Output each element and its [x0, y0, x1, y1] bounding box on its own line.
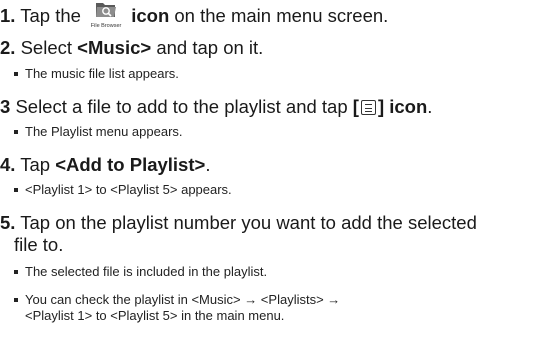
menu-icon	[360, 100, 376, 115]
file-browser-icon: File Browser	[88, 2, 124, 29]
step-text: Tap	[20, 154, 51, 175]
step-text: on the main menu screen.	[174, 5, 389, 26]
step-2-note: The music file list appears.	[14, 66, 179, 82]
instruction-document: 1. Tap the File Browser icon on the main…	[0, 0, 556, 363]
bullet-icon	[14, 269, 18, 274]
bracket-close: ] icon	[377, 96, 428, 117]
note-text: The selected file is included in the pla…	[25, 264, 268, 279]
step-text: .	[205, 154, 211, 175]
step-5-note: You can check the playlist in <Music> → …	[14, 292, 340, 308]
bullet-icon	[14, 297, 18, 302]
step-3-note: The Playlist menu appears.	[14, 124, 183, 140]
step-number: 5.	[0, 212, 16, 233]
note-text: <Playlist 1> to <Playlist 5> in the main…	[25, 308, 285, 323]
step-5-note-continued: <Playlist 1> to <Playlist 5> in the main…	[25, 308, 284, 324]
step-1: 1. Tap the File Browser icon on the main…	[0, 2, 389, 29]
step-number: 3	[0, 96, 11, 117]
step-4-note: <Playlist 1> to <Playlist 5> appears.	[14, 182, 232, 198]
step-number: 2.	[0, 37, 16, 58]
note-text: <Playlist 1> to <Playlist 5> appears.	[25, 182, 232, 197]
step-text-bold: <Add to Playlist>	[55, 154, 206, 175]
bullet-icon	[14, 129, 18, 134]
step-text: Select	[20, 37, 72, 58]
bracket-open: [	[352, 96, 359, 117]
bullet-icon	[14, 71, 18, 76]
step-text: file to.	[14, 234, 64, 255]
step-text-bold: icon	[131, 5, 170, 26]
step-5: 5. Tap on the playlist number you want t…	[0, 212, 477, 234]
step-text: and tap on it.	[156, 37, 264, 58]
step-5-note: The selected file is included in the pla…	[14, 264, 267, 280]
step-5-continued: file to.	[14, 234, 63, 256]
step-number: 1.	[0, 5, 16, 26]
step-text: Select a file to add to the playlist and…	[15, 96, 348, 117]
step-4: 4. Tap <Add to Playlist>.	[0, 154, 210, 176]
bullet-icon	[14, 187, 18, 192]
note-text: The Playlist menu appears.	[25, 124, 183, 139]
step-text: Tap on the playlist number you want to a…	[20, 212, 477, 233]
step-2: 2. Select <Music> and tap on it.	[0, 37, 263, 59]
step-number: 4.	[0, 154, 16, 175]
step-text: .	[427, 96, 433, 117]
step-text-bold: <Music>	[77, 37, 152, 58]
note-text: The music file list appears.	[25, 66, 179, 81]
note-text: You can check the playlist in <Music> → …	[25, 292, 341, 307]
step-3: 3 Select a file to add to the playlist a…	[0, 96, 432, 118]
file-browser-caption: File Browser	[90, 23, 122, 29]
step-text: Tap the	[20, 5, 81, 26]
